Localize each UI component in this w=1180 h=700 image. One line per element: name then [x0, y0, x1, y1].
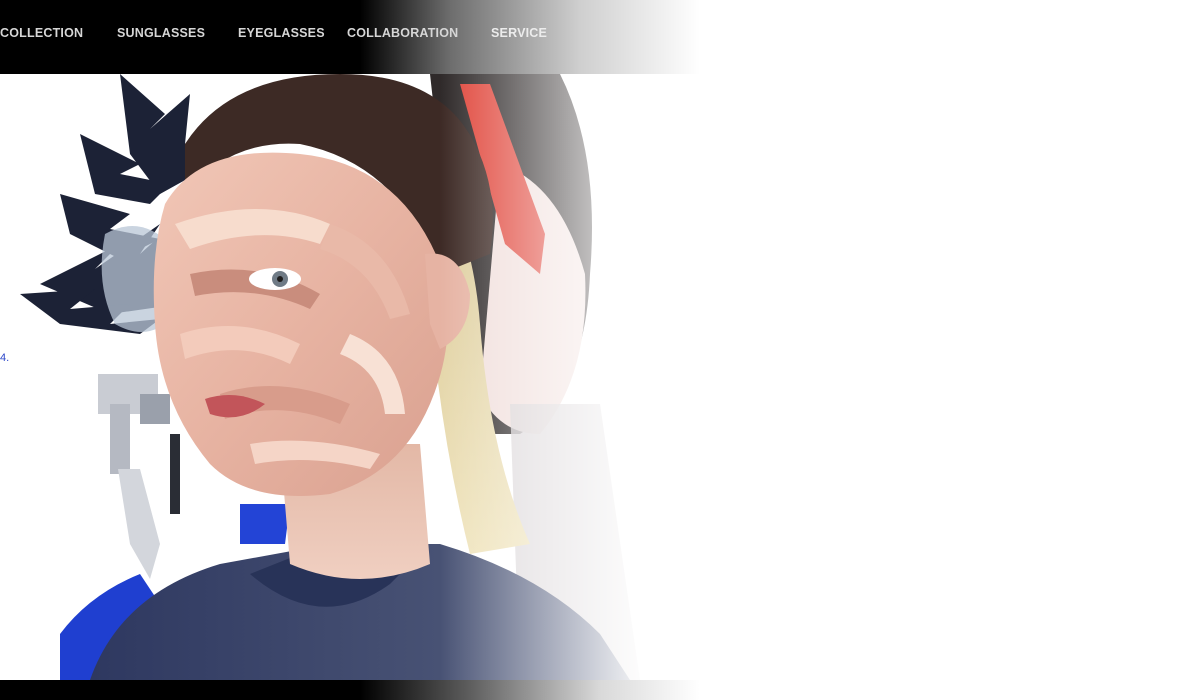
nav-item-collection[interactable]: COLLECTION: [0, 26, 83, 40]
hero-illustration: [20, 74, 640, 680]
nav-item-sunglasses[interactable]: SUNGLASSES: [117, 26, 205, 40]
edge-mark: 4.: [0, 352, 10, 364]
hero-image: [0, 74, 1180, 680]
robotic-armature: [98, 374, 180, 579]
top-navigation-bar: COLLECTION SUNGLASSES EYEGLASSES COLLABO…: [0, 0, 1180, 74]
bottom-bar: [0, 680, 1180, 700]
page: COLLECTION SUNGLASSES EYEGLASSES COLLABO…: [0, 0, 1180, 700]
nav-item-service[interactable]: SERVICE: [491, 26, 547, 40]
nav-item-collaboration[interactable]: COLLABORATION: [347, 26, 458, 40]
nav-item-eyeglasses[interactable]: EYEGLASSES: [238, 26, 325, 40]
